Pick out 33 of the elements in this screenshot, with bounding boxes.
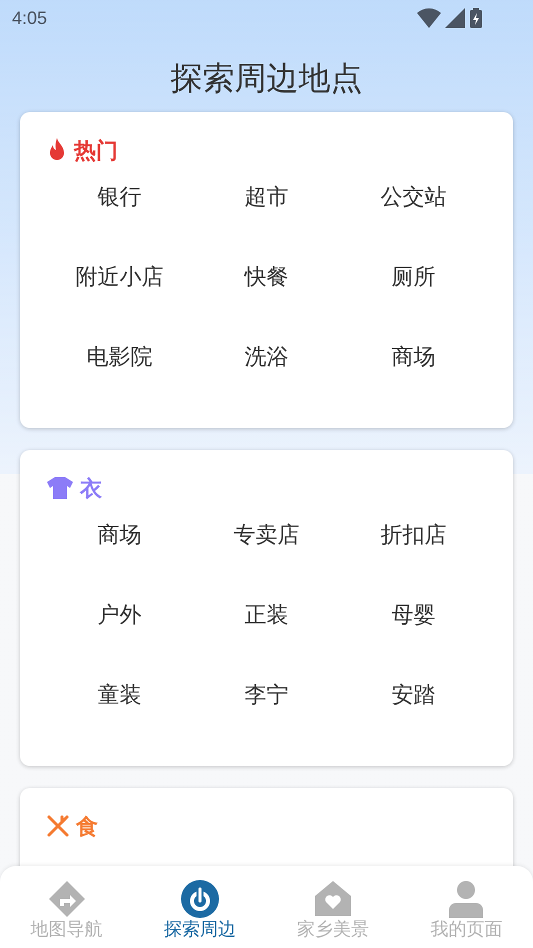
place-button[interactable]: 公交站	[340, 178, 487, 258]
power-icon	[180, 880, 219, 918]
place-button[interactable]: 户外	[46, 596, 193, 676]
place-button[interactable]: 厕所	[340, 258, 487, 338]
category-title: 食	[76, 812, 98, 840]
place-button[interactable]: 折扣店	[340, 516, 487, 596]
place-button[interactable]: 超市	[193, 178, 340, 258]
category-title: 热门	[74, 136, 118, 164]
place-button[interactable]: 李宁	[193, 676, 340, 756]
nav-tab[interactable]: 探索周边	[133, 866, 266, 948]
place-button[interactable]: 童装	[46, 676, 193, 756]
place-button[interactable]: 快餐	[193, 258, 340, 338]
place-button[interactable]: 洗浴	[193, 338, 340, 418]
turn-sign-icon	[48, 880, 86, 918]
battery-icon	[469, 8, 483, 28]
place-button[interactable]: 正装	[193, 596, 340, 676]
place-button[interactable]: 商场	[46, 516, 193, 596]
status-time: 4:05	[12, 6, 48, 30]
place-button[interactable]: 附近小店	[46, 258, 193, 338]
place-button[interactable]: 银行	[46, 178, 193, 258]
place-button[interactable]: 电影院	[46, 338, 193, 418]
place-button[interactable]: 专卖店	[193, 516, 340, 596]
page-title: 探索周边地点	[170, 62, 364, 94]
t-shirt-icon	[46, 476, 74, 500]
person-icon	[447, 880, 486, 918]
place-button[interactable]: 母婴	[340, 596, 487, 676]
fork-knife-icon	[46, 814, 70, 838]
signal-icon	[445, 8, 465, 28]
place-button[interactable]: 安踏	[340, 676, 487, 756]
wifi-icon	[417, 8, 441, 28]
place-button[interactable]: 商场	[340, 338, 487, 418]
house-heart-icon	[314, 880, 352, 918]
category-title: 衣	[80, 474, 102, 502]
